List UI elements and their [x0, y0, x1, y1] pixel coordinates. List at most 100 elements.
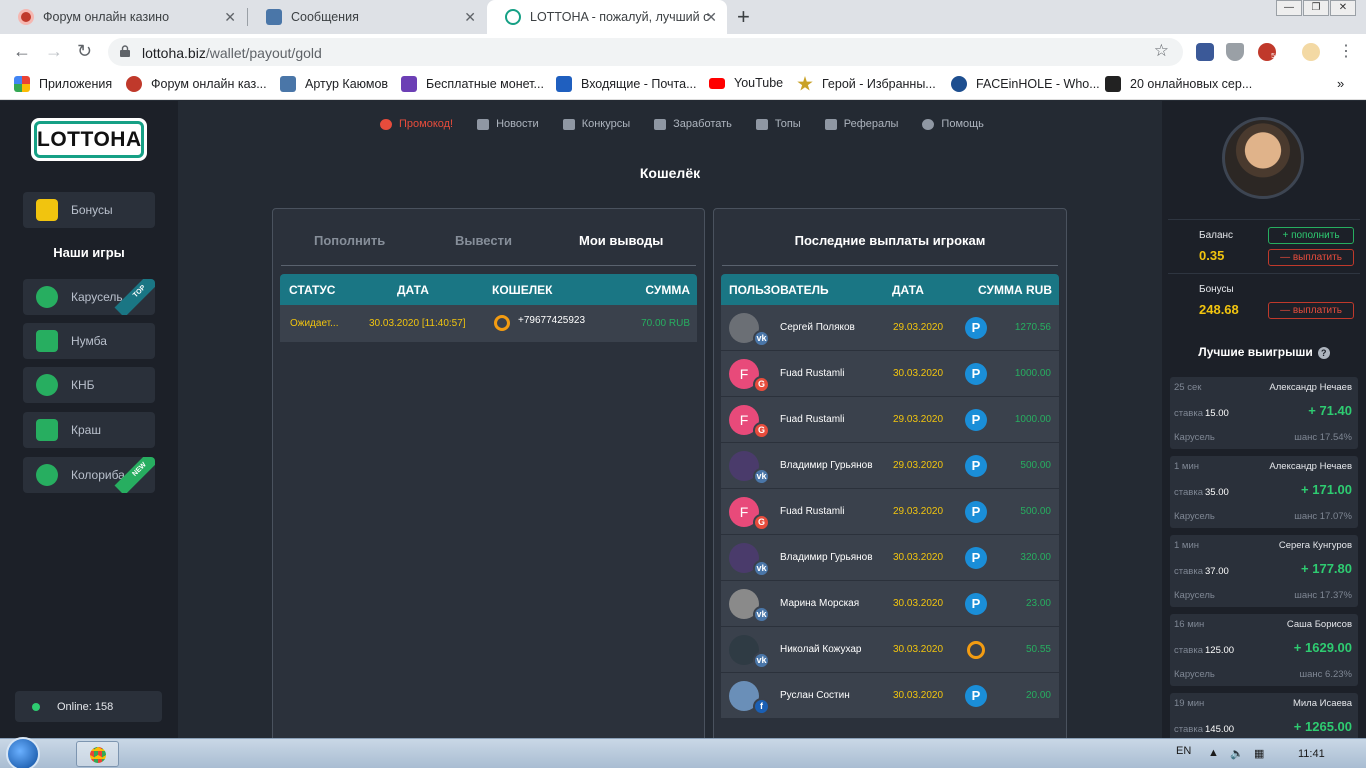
- omnibox[interactable]: lottoha.biz/wallet/payout/gold ☆: [108, 38, 1183, 66]
- close-icon[interactable]: ✕: [464, 9, 476, 26]
- site-logo[interactable]: LOTTOHA: [31, 118, 147, 161]
- win-amount: + 1265.00: [1293, 719, 1352, 734]
- payout-sum: 1000.00: [1014, 414, 1051, 425]
- tray-arrow-icon[interactable]: ▲: [1208, 747, 1219, 759]
- windows-start-icon[interactable]: [6, 737, 40, 768]
- tab-deposit[interactable]: Пополнить: [314, 233, 385, 248]
- user-avatar[interactable]: [1222, 117, 1304, 199]
- close-icon[interactable]: ✕: [224, 9, 236, 26]
- profile-avatar[interactable]: [1302, 43, 1320, 61]
- url-text: lottoha.biz/wallet/payout/gold: [142, 45, 322, 61]
- language-indicator[interactable]: EN: [1176, 745, 1191, 757]
- balance-label: Баланс: [1199, 230, 1234, 241]
- best-wins-header: Лучшие выигрыши?: [1162, 345, 1366, 359]
- payout-date: 29.03.2020: [893, 506, 944, 517]
- nav-label: Конкурсы: [581, 118, 631, 130]
- bookmarks-overflow-icon[interactable]: »: [1337, 76, 1344, 91]
- nav-tops[interactable]: Топы: [755, 118, 801, 130]
- bookmarks-bar: Приложения Форум онлайн каз... Артур Каю…: [0, 70, 1366, 100]
- left-sidebar: LOTTOHA Бонусы Наши игры Карусель TOP Ну…: [0, 101, 178, 738]
- win-card: 1 мин Александр Нечаев ставка 35.00 + 171.00…: [1170, 456, 1358, 528]
- player-name: Fuad Rustamli: [780, 414, 845, 425]
- sidebar-item-bonuses[interactable]: Бонусы: [23, 192, 155, 228]
- bookmark-coins[interactable]: Бесплатные монет...: [401, 76, 544, 92]
- tab-messages[interactable]: Сообщения ✕: [248, 0, 486, 34]
- bookmark-apps[interactable]: Приложения: [14, 76, 112, 92]
- deposit-button[interactable]: + пополнить: [1268, 227, 1354, 244]
- bookmark-label: Бесплатные монет...: [426, 77, 544, 91]
- nav-help[interactable]: Помощь: [922, 118, 984, 130]
- forward-arrow-icon[interactable]: →: [45, 41, 63, 62]
- bookmark-label: Герой - Избранны...: [822, 77, 936, 91]
- list-icon: [654, 118, 667, 130]
- nav-label: Промокод!: [399, 118, 454, 130]
- nav-referrals[interactable]: Рефералы: [824, 118, 898, 130]
- close-window-icon[interactable]: ✕: [1330, 0, 1356, 16]
- sidebar-item-crash[interactable]: Краш: [23, 412, 155, 448]
- payout-date: 29.03.2020: [893, 460, 944, 471]
- bookmark-label: FACEinHOLE - Who...: [976, 77, 1100, 91]
- close-icon[interactable]: ✕: [705, 9, 717, 26]
- new-tab-plus-icon[interactable]: +: [737, 4, 750, 30]
- win-player: Александр Нечаев: [1269, 461, 1352, 472]
- sidebar-item-label: КНБ: [71, 378, 95, 392]
- bookmark-faceinhole[interactable]: FACEinHOLE - Who...: [951, 76, 1100, 92]
- tab-lottoha[interactable]: LOTTOHA - пожалуй, лучший с ✕: [487, 0, 727, 34]
- payouts-table-header: ПОЛЬЗОВАТЕЛЬ ДАТА СУММА RUB: [721, 274, 1059, 305]
- news-icon: [477, 118, 490, 130]
- payout-date: 30.03.2020: [893, 368, 944, 379]
- column-header: ДАТА: [892, 283, 924, 297]
- bookmark-hero[interactable]: Герой - Избранны...: [797, 76, 936, 92]
- taskbar-chrome-button[interactable]: [76, 741, 119, 767]
- withdraw-bonus-button[interactable]: — выплатить: [1268, 302, 1354, 319]
- network-icon[interactable]: ▦: [1254, 747, 1264, 760]
- win-bet: 37.00: [1205, 566, 1229, 577]
- payeer-icon: P: [965, 593, 987, 615]
- nav-label: Новости: [496, 118, 539, 130]
- lottoha-favicon-icon: [505, 9, 521, 25]
- sidebar-item-knb[interactable]: КНБ: [23, 367, 155, 403]
- fb-social-icon: f: [753, 698, 770, 715]
- bookmark-vk[interactable]: Артур Каюмов: [280, 76, 388, 92]
- bonus-value: 248.68: [1199, 302, 1239, 317]
- withdraw-button[interactable]: — выплатить: [1268, 249, 1354, 266]
- toolbar: ← → ↻ lottoha.biz/wallet/payout/gold ☆ 5…: [0, 34, 1366, 70]
- sidebar-item-carousel[interactable]: Карусель TOP: [23, 279, 155, 315]
- sidebar-item-numba[interactable]: Нумба: [23, 323, 155, 359]
- bookmark-itc[interactable]: 20 онлайновых сер...: [1105, 76, 1252, 92]
- nav-contests[interactable]: Конкурсы: [562, 118, 631, 130]
- bookmark-youtube[interactable]: YouTube: [709, 76, 783, 90]
- reload-icon[interactable]: ↻: [77, 41, 92, 62]
- nav-earn[interactable]: Заработать: [654, 118, 732, 130]
- bookmark-mail[interactable]: Входящие - Почта...: [556, 76, 697, 92]
- minimize-icon[interactable]: —: [1276, 0, 1302, 16]
- tab-my-withdrawals[interactable]: Мои выводы: [579, 233, 663, 248]
- table-row: vk Марина Морская 30.03.2020 P 23.00: [721, 581, 1059, 627]
- nav-label: Помощь: [941, 118, 984, 130]
- online-text: Online: 158: [57, 700, 114, 713]
- back-arrow-icon[interactable]: ←: [13, 41, 31, 62]
- nav-news[interactable]: Новости: [477, 118, 539, 130]
- payeer-icon: P: [965, 455, 987, 477]
- win-player: Серега Кунгуров: [1278, 540, 1352, 551]
- bookmark-casino-forum[interactable]: Форум онлайн каз...: [126, 76, 267, 92]
- tab-casino-forum[interactable]: Форум онлайн казино ✕: [0, 0, 246, 34]
- tab-title: Сообщения: [291, 10, 359, 24]
- payeer-icon: P: [965, 317, 987, 339]
- maximize-icon[interactable]: ❐: [1303, 0, 1329, 16]
- bookmark-star-icon[interactable]: ☆: [1154, 41, 1169, 61]
- extension-adblock-icon[interactable]: 5: [1258, 43, 1276, 61]
- extension-shield-icon[interactable]: [1226, 43, 1244, 61]
- win-amount: + 1629.00: [1293, 640, 1352, 655]
- clock[interactable]: 11:41: [1298, 748, 1325, 760]
- tab-withdraw[interactable]: Вывести: [455, 233, 512, 248]
- help-question-icon[interactable]: ?: [1317, 347, 1330, 359]
- payout-sum: 1000.00: [1014, 368, 1051, 379]
- volume-icon[interactable]: 🔈: [1230, 747, 1244, 760]
- nav-promo[interactable]: Промокод!: [380, 118, 453, 130]
- extension-bookmark-icon[interactable]: [1196, 43, 1214, 61]
- payout-sum: 20.00: [1025, 690, 1051, 701]
- casino-favicon-icon: [18, 9, 34, 25]
- sidebar-item-coloriba[interactable]: Колориба NEW: [23, 457, 155, 493]
- menu-kebab-icon[interactable]: ⋮: [1338, 41, 1354, 61]
